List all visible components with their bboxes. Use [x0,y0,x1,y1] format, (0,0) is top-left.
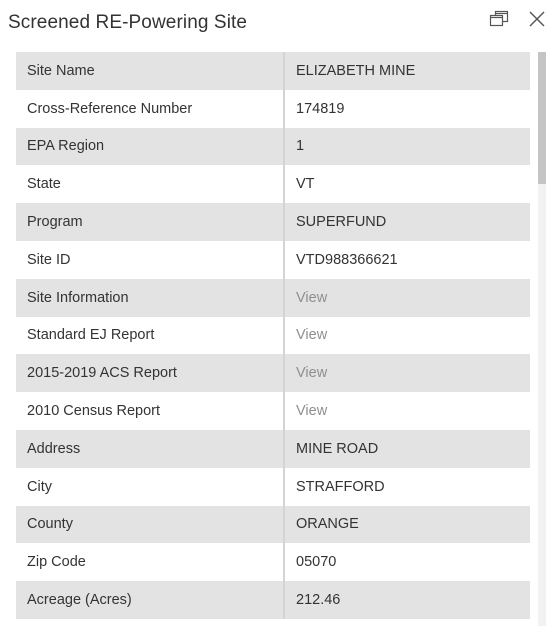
row-value: 212.46 [284,581,530,619]
row-value: SUPERFUND [284,203,530,241]
row-label: Standard EJ Report [16,316,285,355]
table-row: 2015-2019 ACS Report View [16,354,530,393]
table-row: Zip Code 05070 [16,543,530,582]
row-label: City [16,467,285,506]
row-label: Program [16,203,285,241]
table-row: County ORANGE [16,505,530,544]
scrollbar-thumb[interactable] [538,52,546,184]
row-label: Site Information [16,278,285,317]
row-value: 174819 [284,89,530,128]
table-row: Site Name ELIZABETH MINE [16,52,530,90]
row-label: Zip Code [16,543,285,582]
row-value: ORANGE [284,505,530,544]
row-value: MINE ROAD [284,429,530,468]
table-row: Standard EJ Report View [16,316,530,355]
attribute-table-container: Site Name ELIZABETH MINE Cross-Reference… [16,52,530,626]
table-row: Program SUPERFUND [16,203,530,241]
row-label: County [16,505,285,544]
table-row: EPA Region 1 [16,127,530,166]
row-label: Address [16,429,285,468]
table-row: Acreage (Acres) 212.46 [16,581,530,619]
row-label: Acreage (Acres) [16,581,285,619]
row-label: Site Name [16,52,285,90]
table-row: 2010 Census Report View [16,392,530,430]
row-value: VTD988366621 [284,240,530,279]
acs-report-view-link[interactable]: View [284,354,530,393]
vertical-scrollbar[interactable] [538,52,546,626]
row-value: ELIZABETH MINE [284,52,530,90]
row-label: State [16,165,285,204]
table-row: Site ID VTD988366621 [16,240,530,279]
row-value: STRAFFORD [284,467,530,506]
site-information-view-link[interactable]: View [284,278,530,317]
popup-title: Screened RE-Powering Site [8,12,248,33]
table-row: Address MINE ROAD [16,429,530,468]
row-label: Site ID [16,240,285,279]
table-row: Site Information View [16,278,530,317]
row-value: 05070 [284,543,530,582]
row-label: 2010 Census Report [16,392,285,430]
table-row: City STRAFFORD [16,467,530,506]
ej-report-view-link[interactable]: View [284,316,530,355]
popup-header: Screened RE-Powering Site [0,0,560,48]
close-button[interactable] [526,8,548,30]
dock-button[interactable] [488,8,510,30]
table-row: State VT [16,165,530,204]
dock-icon [489,10,509,27]
row-label: 2015-2019 ACS Report [16,354,285,393]
row-label: EPA Region [16,127,285,166]
row-value: 1 [284,127,530,166]
close-icon [529,11,545,27]
attribute-table: Site Name ELIZABETH MINE Cross-Reference… [16,52,530,619]
census-report-view-link[interactable]: View [284,392,530,430]
row-label: Cross-Reference Number [16,89,285,128]
table-row: Cross-Reference Number 174819 [16,89,530,128]
row-value: VT [284,165,530,204]
